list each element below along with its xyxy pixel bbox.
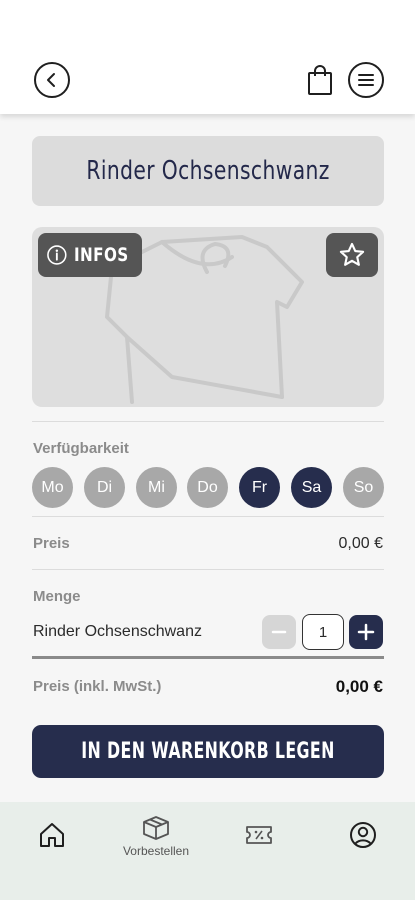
bottom-navigation: Vorbestellen (0, 802, 415, 900)
quantity-item-name: Rinder Ochsenschwanz (33, 623, 202, 640)
total-label: Preis (inkl. MwSt.) (33, 678, 162, 695)
nav-preorder[interactable]: Vorbestellen (116, 814, 196, 858)
favorite-button[interactable] (326, 233, 378, 277)
infos-label: INFOS (73, 244, 129, 266)
menu-button[interactable] (348, 62, 384, 98)
add-to-cart-label: IN DEN WARENKORB LEGEN (81, 739, 335, 764)
product-image-placeholder: INFOS (32, 227, 384, 407)
availability-label: Verfügbarkeit (33, 440, 129, 457)
divider (32, 516, 384, 517)
chevron-left-icon (47, 73, 55, 87)
nav-preorder-label: Vorbestellen (122, 844, 190, 858)
day-saturday: Sa (291, 467, 332, 508)
star-icon (339, 242, 365, 266)
divider (32, 421, 384, 422)
info-icon (47, 245, 67, 265)
box-icon (143, 816, 169, 840)
total-value: 0,00 € (335, 677, 383, 696)
nav-account[interactable] (349, 821, 377, 849)
ticket-icon (246, 826, 272, 844)
increase-quantity-button[interactable] (349, 615, 383, 649)
plus-icon (357, 623, 375, 641)
quantity-input[interactable]: 1 (302, 614, 344, 650)
availability-days: Mo Di Mi Do Fr Sa So (32, 467, 384, 508)
quantity-label: Menge (33, 588, 81, 605)
product-title: Rinder Ochsenschwanz (86, 156, 330, 186)
divider (32, 569, 384, 570)
shopping-bag-icon (308, 65, 332, 95)
day-tuesday: Di (84, 467, 125, 508)
cart-button[interactable] (306, 64, 334, 96)
day-thursday: Do (187, 467, 228, 508)
day-friday: Fr (239, 467, 280, 508)
nav-coupons[interactable] (245, 823, 273, 847)
price-value: 0,00 € (338, 535, 383, 552)
divider-thick (32, 656, 384, 659)
back-button[interactable] (34, 62, 70, 98)
product-title-box: Rinder Ochsenschwanz (32, 136, 384, 206)
day-wednesday: Mi (136, 467, 177, 508)
menu-icon (358, 74, 374, 86)
top-header (0, 0, 415, 114)
price-label: Preis (33, 535, 70, 552)
day-sunday: So (343, 467, 384, 508)
day-monday: Mo (32, 467, 73, 508)
infos-button[interactable]: INFOS (38, 233, 142, 277)
add-to-cart-button[interactable]: IN DEN WARENKORB LEGEN (32, 725, 384, 778)
decrease-quantity-button[interactable] (262, 615, 296, 649)
user-icon (350, 822, 376, 848)
nav-home[interactable] (38, 821, 66, 849)
minus-icon (271, 630, 287, 634)
home-icon (40, 823, 64, 847)
